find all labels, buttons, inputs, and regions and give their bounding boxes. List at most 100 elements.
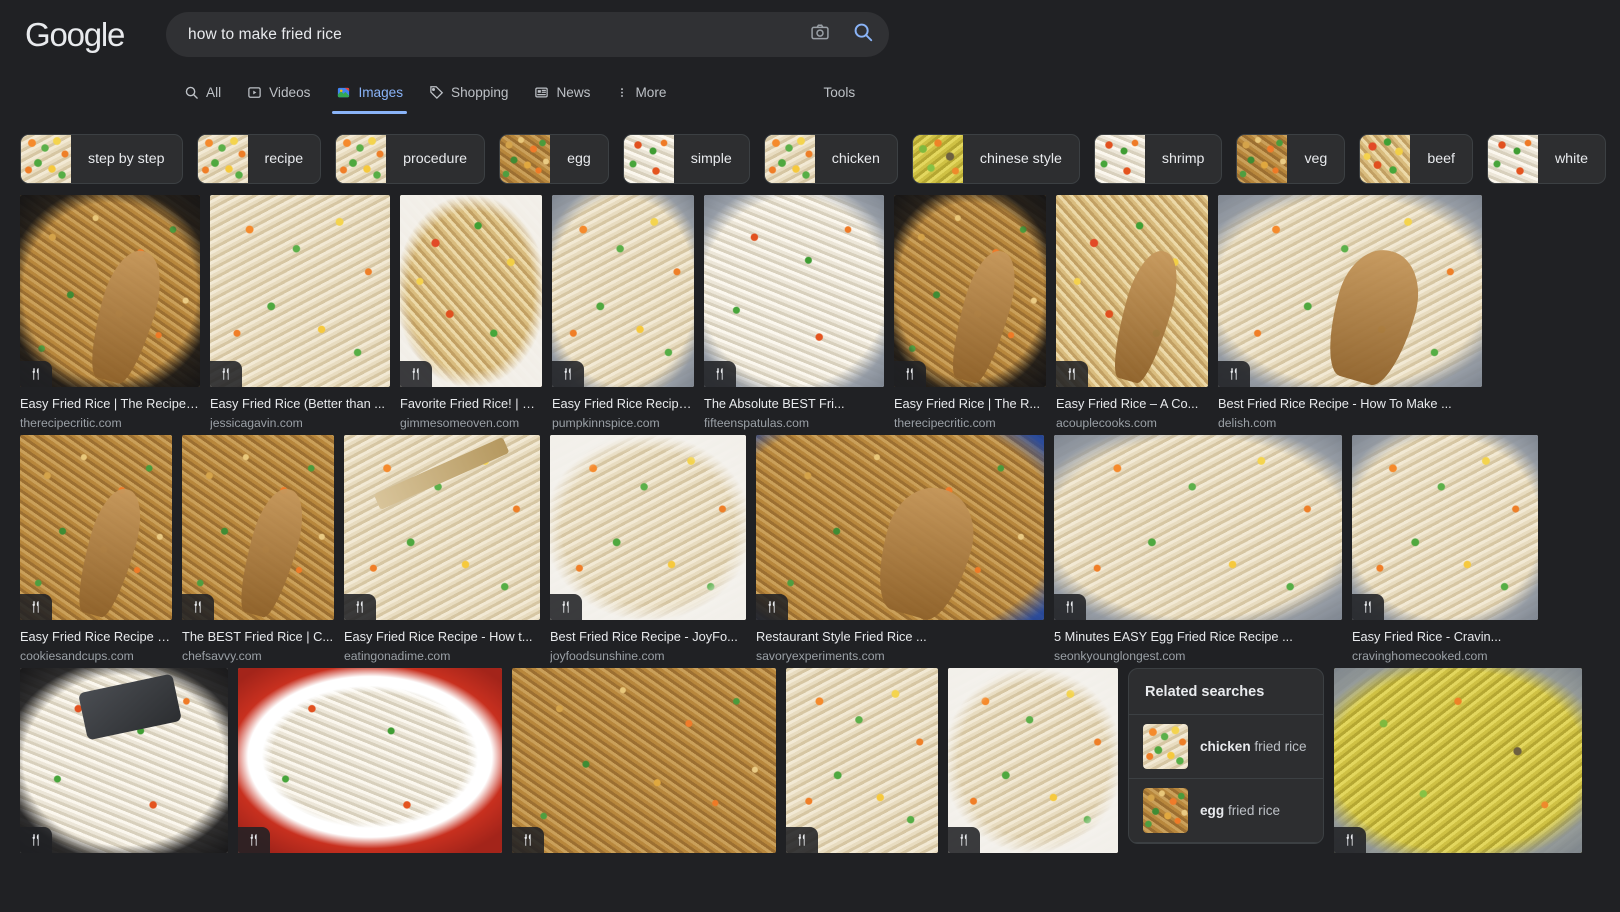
result-thumbnail[interactable] (894, 195, 1046, 387)
result-thumbnail[interactable] (238, 668, 502, 853)
image-result-tile[interactable]: Favorite Fried Rice! | Gi... gimmesomeove… (400, 195, 542, 431)
filter-chip-chicken[interactable]: chicken (763, 134, 898, 184)
image-result-tile[interactable] (512, 668, 776, 853)
image-result-tile[interactable]: Easy Fried Rice – A Co... acouplecooks.co… (1056, 195, 1208, 431)
result-domain[interactable]: chefsavvy.com (182, 649, 334, 664)
image-result-tile[interactable]: Restaurant Style Fried Rice ... savoryexp… (756, 435, 1044, 664)
result-title[interactable]: 5 Minutes EASY Egg Fried Rice Recipe ... (1054, 629, 1342, 645)
result-title[interactable]: Easy Fried Rice Recipe -... (20, 629, 172, 645)
image-result-tile[interactable]: Best Fried Rice Recipe - JoyFo... joyfood… (550, 435, 746, 664)
result-title[interactable]: Favorite Fried Rice! | Gi... (400, 396, 542, 412)
result-domain[interactable]: acouplecooks.com (1056, 416, 1208, 431)
result-thumbnail[interactable] (786, 668, 938, 853)
filter-chip-veg[interactable]: veg (1236, 134, 1346, 184)
result-thumbnail[interactable] (210, 195, 390, 387)
filter-chip-shrimp[interactable]: shrimp (1093, 134, 1223, 184)
result-domain[interactable]: delish.com (1218, 416, 1482, 431)
image-result-tile[interactable]: Easy Fried Rice | The Recipe ... therecip… (20, 195, 200, 431)
result-domain[interactable]: seonkyounglongest.com (1054, 649, 1342, 664)
search-input[interactable]: how to make fried rice (166, 26, 803, 44)
result-domain[interactable]: joyfoodsunshine.com (550, 649, 746, 664)
image-result-tile[interactable]: Best Fried Rice Recipe - How To Make ...… (1218, 195, 1482, 431)
image-result-tile[interactable]: Easy Fried Rice | The R... therecipecriti… (894, 195, 1046, 431)
result-title[interactable]: Best Fried Rice Recipe - How To Make ... (1218, 396, 1482, 412)
filter-chip-procedure[interactable]: procedure (335, 134, 486, 184)
result-thumbnail[interactable] (1056, 195, 1208, 387)
image-result-tile[interactable]: Easy Fried Rice Recipe - How t... eatingo… (344, 435, 540, 664)
tab-videos[interactable]: Videos (247, 76, 310, 109)
tools-button[interactable]: Tools (823, 76, 855, 109)
tab-all[interactable]: All (184, 76, 221, 109)
tag-icon (429, 85, 444, 100)
result-thumbnail[interactable] (550, 435, 746, 620)
google-logo[interactable]: Google (25, 16, 125, 54)
tab-more[interactable]: More (616, 76, 666, 109)
result-title[interactable]: The Absolute BEST Fri... (704, 396, 884, 412)
filter-chip-chinese-style[interactable]: chinese style (911, 134, 1080, 184)
result-title[interactable]: Easy Fried Rice Recipe - How t... (344, 629, 540, 645)
search-bar[interactable]: how to make fried rice (166, 12, 889, 57)
result-thumbnail[interactable] (1218, 195, 1482, 387)
result-title[interactable]: Easy Fried Rice | The Recipe ... (20, 396, 200, 412)
result-thumbnail[interactable] (20, 668, 228, 853)
tab-images[interactable]: Images (332, 76, 407, 114)
result-title[interactable]: Restaurant Style Fried Rice ... (756, 629, 1044, 645)
image-result-tile[interactable]: The BEST Fried Rice | C... chefsavvy.com (182, 435, 334, 664)
result-domain[interactable]: therecipecritic.com (894, 416, 1046, 431)
filter-chip-beef[interactable]: beef (1359, 134, 1473, 184)
filter-chip-step-by-step[interactable]: step by step (20, 134, 183, 184)
filter-chip-white[interactable]: white (1486, 134, 1607, 184)
result-thumbnail[interactable] (552, 195, 694, 387)
result-thumbnail[interactable] (756, 435, 1044, 620)
filter-chip-recipe[interactable]: recipe (196, 134, 322, 184)
result-thumbnail[interactable] (1054, 435, 1342, 620)
result-title[interactable]: Easy Fried Rice - Cravin... (1352, 629, 1538, 645)
image-result-tile[interactable] (786, 668, 938, 853)
result-thumbnail[interactable] (344, 435, 540, 620)
result-domain[interactable]: fifteenspatulas.com (704, 416, 884, 431)
filter-chip-row[interactable]: step by step recipe procedure egg simple chic… (0, 133, 1620, 185)
result-title[interactable]: Best Fried Rice Recipe - JoyFo... (550, 629, 746, 645)
result-title[interactable]: Easy Fried Rice | The R... (894, 396, 1046, 412)
image-result-tile[interactable]: Easy Fried Rice Recipe ... pumpkinnspice.… (552, 195, 694, 431)
result-domain[interactable]: cookiesandcups.com (20, 649, 172, 664)
result-thumbnail[interactable] (512, 668, 776, 853)
result-domain[interactable]: jessicagavin.com (210, 416, 390, 431)
result-title[interactable]: The BEST Fried Rice | C... (182, 629, 334, 645)
image-result-tile[interactable] (948, 668, 1118, 853)
result-thumbnail[interactable] (20, 195, 200, 387)
result-thumbnail[interactable] (1352, 435, 1538, 620)
result-domain[interactable]: eatingonadime.com (344, 649, 540, 664)
image-result-tile[interactable]: 5 Minutes EASY Egg Fried Rice Recipe ...… (1054, 435, 1342, 664)
result-title[interactable]: Easy Fried Rice Recipe ... (552, 396, 694, 412)
image-result-tile[interactable]: Easy Fried Rice (Better than ... jessicag… (210, 195, 390, 431)
image-result-tile[interactable]: Easy Fried Rice Recipe -... cookiesandcup… (20, 435, 172, 664)
camera-search-button[interactable] (803, 20, 837, 50)
image-result-tile[interactable]: The Absolute BEST Fri... fifteenspatulas.… (704, 195, 884, 431)
result-title[interactable]: Easy Fried Rice (Better than ... (210, 396, 390, 412)
result-thumbnail[interactable] (400, 195, 542, 387)
tab-shopping[interactable]: Shopping (429, 76, 508, 109)
chip-label: veg (1304, 151, 1328, 167)
image-result-tile[interactable] (1334, 668, 1582, 853)
filter-chip-egg[interactable]: egg (499, 134, 609, 184)
result-domain[interactable]: gimmesomeoven.com (400, 416, 542, 431)
result-domain[interactable]: pumpkinnspice.com (552, 416, 694, 431)
result-domain[interactable]: therecipecritic.com (20, 416, 200, 431)
related-search-item[interactable]: egg fried rice (1129, 779, 1323, 843)
search-submit-button[interactable] (837, 18, 889, 52)
result-thumbnail[interactable] (948, 668, 1118, 853)
related-search-item[interactable]: chicken fried rice (1129, 715, 1323, 779)
image-result-tile[interactable] (20, 668, 228, 853)
result-domain[interactable]: cravinghomecooked.com (1352, 649, 1538, 664)
result-domain[interactable]: savoryexperiments.com (756, 649, 1044, 664)
result-thumbnail[interactable] (1334, 668, 1582, 853)
tab-news[interactable]: News (534, 76, 590, 109)
result-thumbnail[interactable] (20, 435, 172, 620)
image-result-tile[interactable] (238, 668, 502, 853)
filter-chip-simple[interactable]: simple (622, 134, 750, 184)
result-title[interactable]: Easy Fried Rice – A Co... (1056, 396, 1208, 412)
result-thumbnail[interactable] (704, 195, 884, 387)
result-thumbnail[interactable] (182, 435, 334, 620)
image-result-tile[interactable]: Easy Fried Rice - Cravin... cravinghomeco… (1352, 435, 1538, 664)
